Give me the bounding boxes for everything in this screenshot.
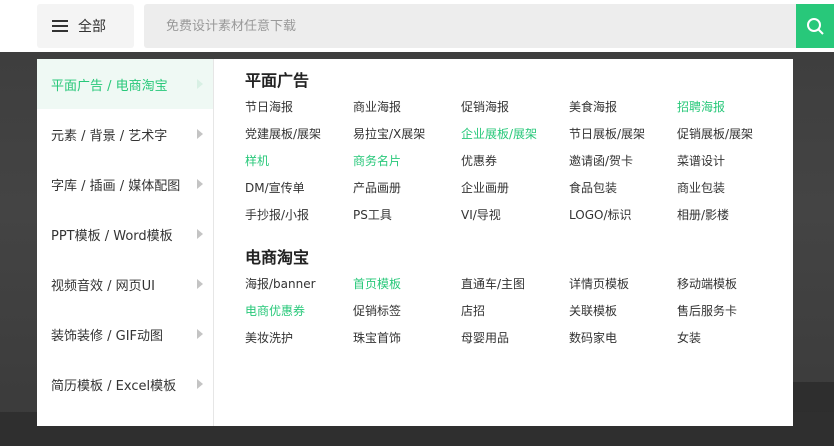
- chevron-right-icon: [197, 79, 203, 89]
- category-link[interactable]: 女装: [677, 330, 785, 357]
- sidebar-item-label: 平面广告 / 电商淘宝: [51, 78, 168, 94]
- category-dropdown-panel: 平面广告 / 电商淘宝 元素 / 背景 / 艺术字 字库 / 插画 / 媒体配图 PP…: [37, 59, 793, 426]
- chevron-right-icon: [197, 129, 203, 139]
- category-link[interactable]: 食品包装: [569, 180, 677, 207]
- category-link[interactable]: LOGO/标识: [569, 207, 677, 234]
- search-icon: [807, 18, 824, 35]
- chevron-right-icon: [197, 379, 203, 389]
- category-link[interactable]: 促销海报: [461, 99, 569, 126]
- category-link[interactable]: 菜谱设计: [677, 153, 785, 180]
- category-link[interactable]: 促销标签: [353, 303, 461, 330]
- category-link[interactable]: 母婴用品: [461, 330, 569, 357]
- sidebar-item[interactable]: 装饰装修 / GIF动图: [37, 309, 213, 359]
- sidebar-item[interactable]: 简历模板 / Excel模板: [37, 359, 213, 409]
- chevron-right-icon: [197, 279, 203, 289]
- chevron-right-icon: [197, 229, 203, 239]
- category-link[interactable]: 商业海报: [353, 99, 461, 126]
- category-link[interactable]: 产品画册: [353, 180, 461, 207]
- category-link[interactable]: 首页模板: [353, 276, 461, 303]
- category-link[interactable]: 详情页模板: [569, 276, 677, 303]
- category-link[interactable]: 样机: [245, 153, 353, 180]
- all-categories-label: 全部: [78, 19, 106, 35]
- category-link[interactable]: 店招: [461, 303, 569, 330]
- category-link[interactable]: PS工具: [353, 207, 461, 234]
- category-link[interactable]: 售后服务卡: [677, 303, 785, 330]
- category-link[interactable]: 党建展板/展架: [245, 126, 353, 153]
- chevron-right-icon: [197, 179, 203, 189]
- category-link[interactable]: 促销展板/展架: [677, 126, 785, 153]
- category-link[interactable]: 招聘海报: [677, 99, 785, 126]
- sidebar-item-label: 简历模板 / Excel模板: [51, 378, 177, 394]
- search-input[interactable]: [166, 18, 726, 34]
- category-link-grid: 节日海报 商业海报 促销海报 美食海报 招聘海报党建展板/展架 易拉宝/X展架 企业展板/展…: [245, 99, 793, 234]
- sidebar-item-label: 装饰装修 / GIF动图: [51, 328, 164, 344]
- category-link[interactable]: 易拉宝/X展架: [353, 126, 461, 153]
- category-link[interactable]: 商业包装: [677, 180, 785, 207]
- category-link[interactable]: 企业展板/展架: [461, 126, 569, 153]
- all-categories-button[interactable]: 全部: [37, 4, 134, 48]
- chevron-right-icon: [197, 329, 203, 339]
- category-link[interactable]: 企业画册: [461, 180, 569, 207]
- sidebar-item[interactable]: 平面广告 / 电商淘宝: [37, 59, 213, 109]
- search-button[interactable]: [796, 4, 834, 48]
- category-link[interactable]: 移动端模板: [677, 276, 785, 303]
- category-link[interactable]: DM/宣传单: [245, 180, 353, 207]
- sidebar-item-label: 视频音效 / 网页UI: [51, 278, 155, 294]
- search-box[interactable]: [144, 4, 796, 48]
- sidebar-item[interactable]: 视频音效 / 网页UI: [37, 259, 213, 309]
- section-title: 平面广告: [245, 71, 310, 90]
- category-link[interactable]: 关联模板: [569, 303, 677, 330]
- category-link[interactable]: 直通车/主图: [461, 276, 569, 303]
- category-link[interactable]: 商务名片: [353, 153, 461, 180]
- sidebar-item[interactable]: 字库 / 插画 / 媒体配图: [37, 159, 213, 209]
- section-title: 电商淘宝: [245, 248, 310, 267]
- sidebar-item-label: 元素 / 背景 / 艺术字: [51, 128, 168, 144]
- category-link[interactable]: 优惠券: [461, 153, 569, 180]
- sidebar-item[interactable]: PPT模板 / Word模板: [37, 209, 213, 259]
- category-link[interactable]: VI/导视: [461, 207, 569, 234]
- category-link[interactable]: 电商优惠券: [245, 303, 353, 330]
- sidebar-item[interactable]: 元素 / 背景 / 艺术字: [37, 109, 213, 159]
- category-link[interactable]: 美妆洗护: [245, 330, 353, 357]
- category-link[interactable]: 珠宝首饰: [353, 330, 461, 357]
- category-link[interactable]: 相册/影楼: [677, 207, 785, 234]
- category-link[interactable]: 节日海报: [245, 99, 353, 126]
- menu-icon: [52, 20, 68, 32]
- category-link[interactable]: 邀请函/贺卡: [569, 153, 677, 180]
- category-link-grid: 海报/banner 首页模板 直通车/主图 详情页模板 移动端模板电商优惠券 促销标签 店招…: [245, 276, 793, 357]
- category-content: 平面广告节日海报 商业海报 促销海报 美食海报 招聘海报党建展板/展架 易拉宝/X展架 企业…: [214, 59, 793, 426]
- category-sidebar: 平面广告 / 电商淘宝 元素 / 背景 / 艺术字 字库 / 插画 / 媒体配图 PP…: [37, 59, 214, 426]
- sidebar-item-label: 字库 / 插画 / 媒体配图: [51, 178, 181, 194]
- sidebar-item-label: PPT模板 / Word模板: [51, 228, 173, 244]
- category-link[interactable]: 手抄报/小报: [245, 207, 353, 234]
- category-link[interactable]: 数码家电: [569, 330, 677, 357]
- category-link[interactable]: 节日展板/展架: [569, 126, 677, 153]
- category-link[interactable]: 美食海报: [569, 99, 677, 126]
- category-link[interactable]: 海报/banner: [245, 276, 353, 303]
